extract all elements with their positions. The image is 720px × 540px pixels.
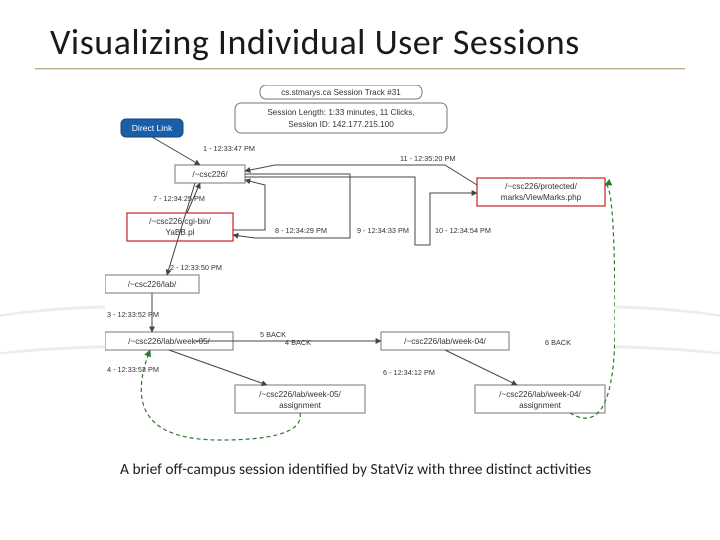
node-root-label: /~csc226/ [192, 170, 228, 179]
edge-5-label: 5 BACK [260, 330, 286, 339]
edge-7-label: 7 - 12:34:25 PM [153, 194, 205, 203]
node-week05a-l2: assignment [279, 401, 322, 410]
session-info-line2: Session ID: 142.177.215.100 [288, 120, 394, 129]
edge-1 [152, 137, 200, 165]
edge-4-label: 4 - 12:33:53 PM [107, 365, 159, 374]
edge-3-label: 3 - 12:33:52 PM [107, 310, 159, 319]
edge-11-label: 11 - 12:35:20 PM [400, 154, 455, 163]
node-cgi-l1: /~csc226/cgi-bin/ [149, 217, 211, 226]
edge-6-label: 6 - 12:34:12 PM [383, 368, 435, 377]
session-diagram: cs.stmarys.ca Session Track #31 Session … [105, 85, 615, 447]
node-week04-label: /~csc226/lab/week-04/ [404, 337, 486, 346]
edge-back6 [570, 185, 615, 418]
edge-4 [169, 350, 267, 385]
session-info-line1: Session Length: 1:33 minutes, 11 Clicks, [267, 108, 414, 117]
edge-back4-label: 4 BACK [285, 338, 311, 347]
edge-8-label: 8 - 12:34:29 PM [275, 226, 327, 235]
edge-back6-label: 6 BACK [545, 338, 571, 347]
page-title: Visualizing Individual User Sessions [50, 20, 680, 64]
edge-10-label: 10 - 12:34:54 PM [435, 226, 491, 235]
edge-1-label: 1 - 12:33:47 PM [203, 144, 255, 153]
node-week05a-l1: /~csc226/lab/week-05/ [259, 390, 341, 399]
node-prot-l2: marks/ViewMarks.php [501, 193, 582, 202]
edge-11 [245, 165, 477, 185]
node-lab-label: /~csc226/lab/ [128, 280, 177, 289]
caption: A brief off-campus session identified by… [120, 460, 600, 479]
node-prot-l1: /~csc226/protected/ [505, 182, 577, 191]
slide: Visualizing Individual User Sessions cs.… [0, 0, 720, 540]
header-strip-text: cs.stmarys.ca Session Track #31 [281, 88, 401, 97]
node-week04a-l2: assignment [519, 401, 562, 410]
node-week04a-l1: /~csc226/lab/week-04/ [499, 390, 581, 399]
title-underline [35, 68, 685, 69]
start-node-label: Direct Link [132, 123, 173, 133]
edge-8 [233, 180, 265, 230]
edge-2-label: 2 - 12:33:50 PM [170, 263, 222, 272]
edge-6 [445, 350, 517, 385]
edge-9-label: 9 - 12:34:33 PM [357, 226, 409, 235]
